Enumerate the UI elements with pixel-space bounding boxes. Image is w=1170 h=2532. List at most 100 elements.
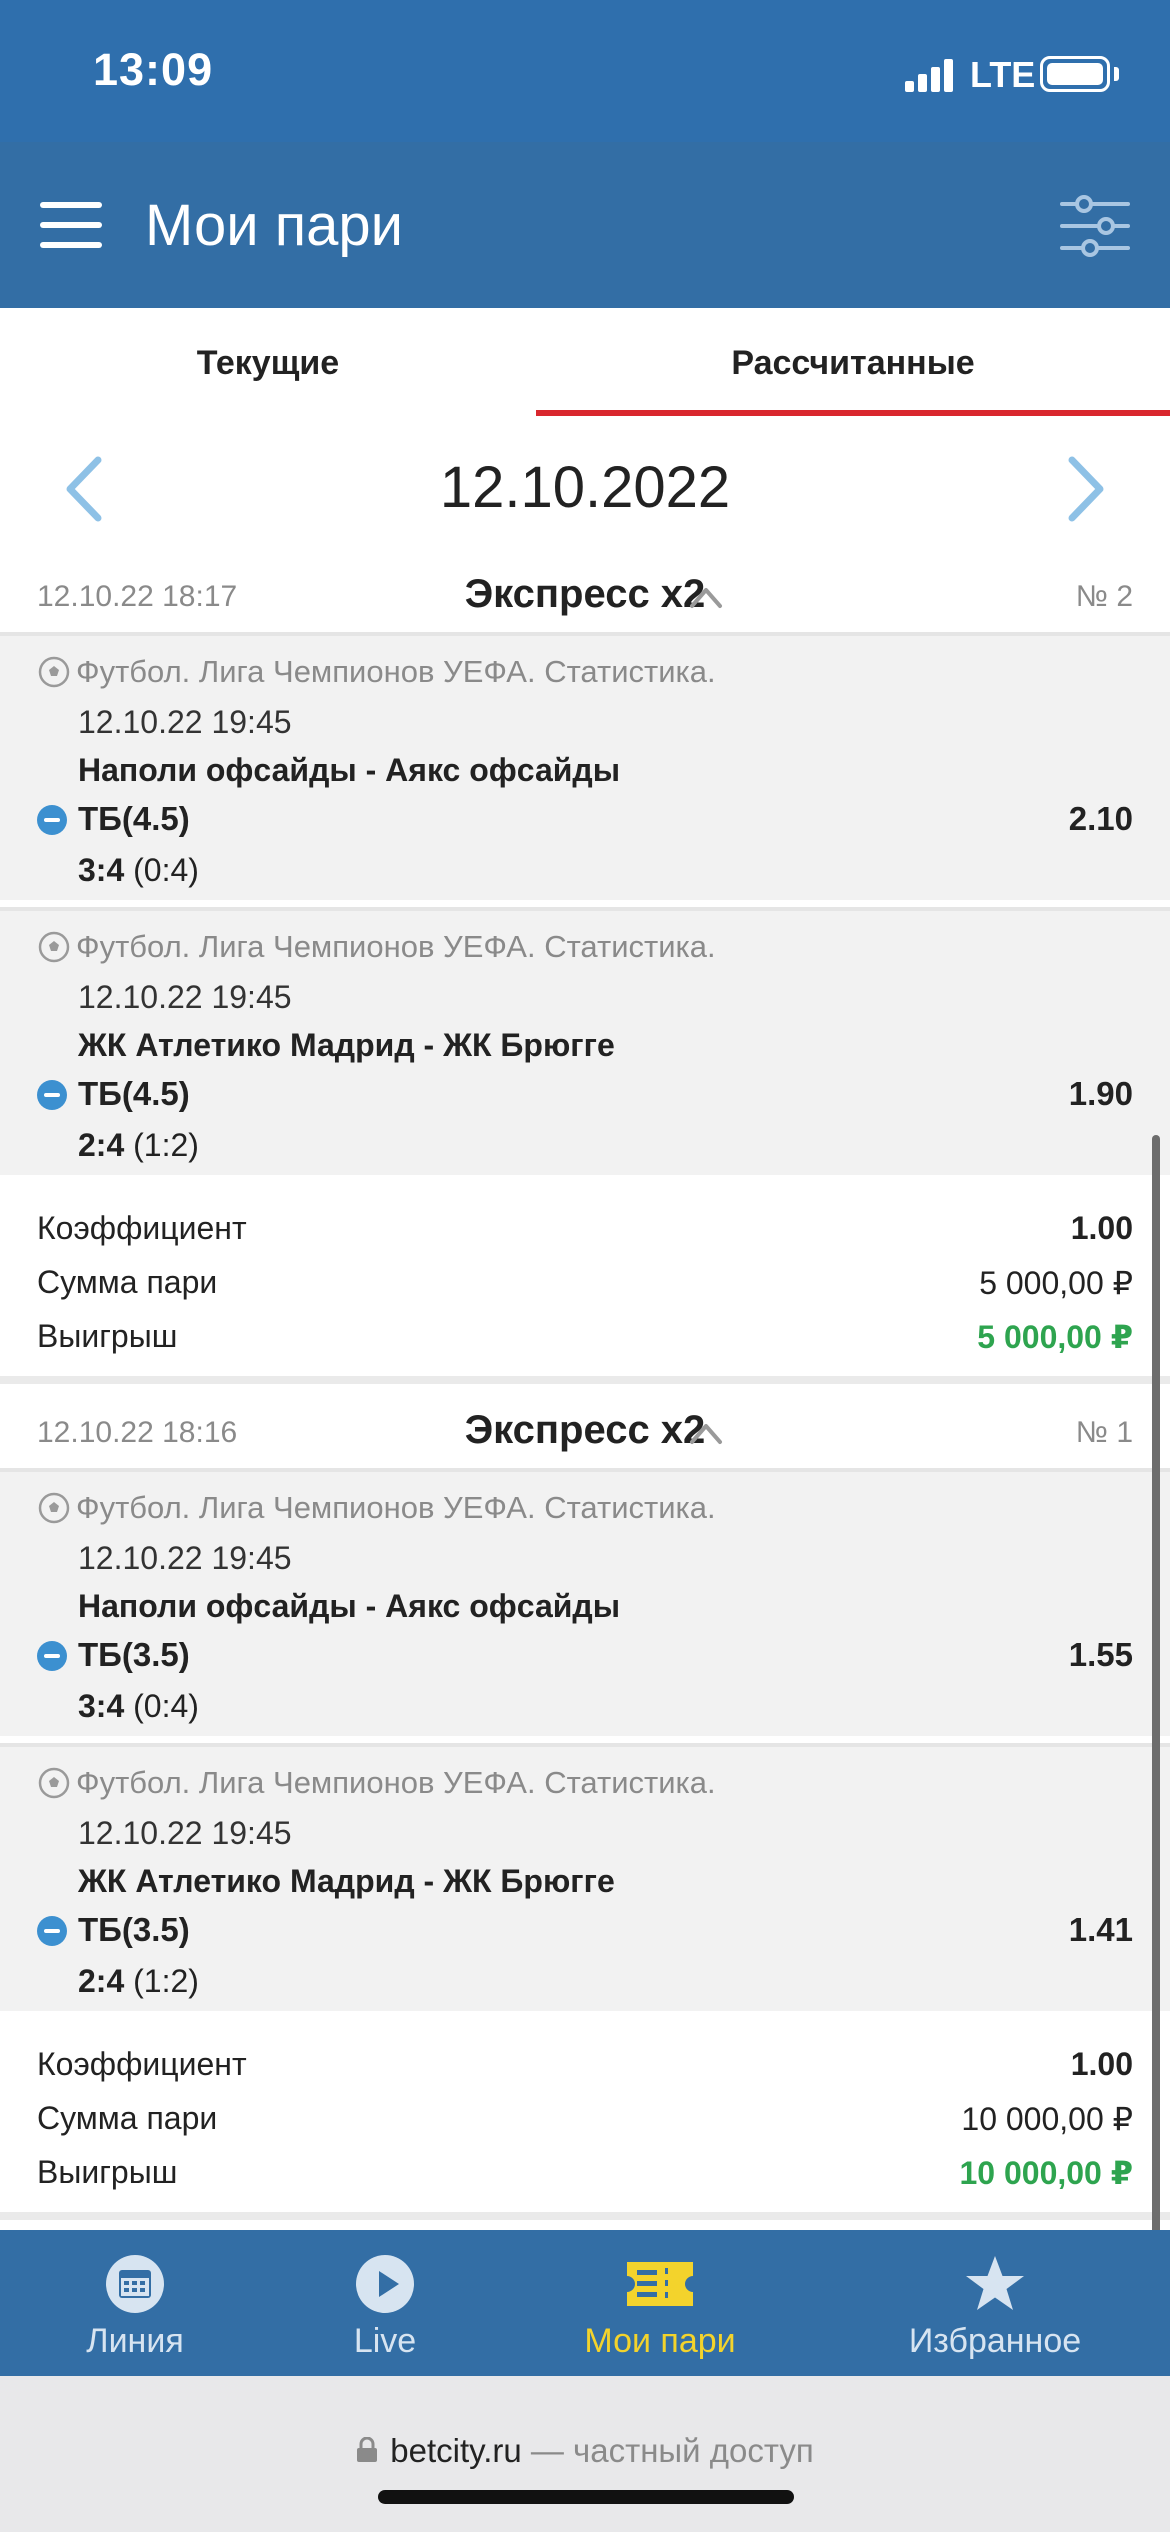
date-navigation: 12.10.2022: [0, 418, 1170, 558]
nav-label: Мои пари: [584, 2322, 736, 2360]
event-teams: Наполи офсайды - Аякс офсайды: [78, 752, 621, 788]
win-label: Выигрыш: [37, 2154, 178, 2190]
home-indicator: [378, 2490, 794, 2504]
lock-icon: [357, 2437, 378, 2463]
browser-note: — частный доступ: [530, 2432, 814, 2469]
nav-line[interactable]: Линия: [40, 2230, 230, 2376]
tabs: Текущие Рассчитанные: [0, 308, 1170, 418]
stake-row: Сумма пари 10 000,00 ₽: [37, 2100, 1133, 2150]
coef-row: Коэффициент 1.00: [37, 1210, 1133, 1260]
event-market: ТБ(3.5): [78, 1636, 190, 1673]
bet-number: № 2: [1075, 580, 1133, 613]
bet-type: Экспресс x2: [464, 572, 706, 616]
event-score: 2:4 (1:2): [78, 1127, 199, 1164]
bet-event: Футбол. Лига Чемпионов УЕФА. Статистика.…: [0, 907, 1170, 1175]
soccer-ball-icon: [38, 931, 70, 963]
event-score: 3:4 (0:4): [78, 852, 199, 889]
bet-summary: Коэффициент 1.00 Сумма пари 5 000,00 ₽ В…: [0, 1180, 1170, 1384]
active-tab-indicator: [536, 410, 1170, 416]
event-league: Футбол. Лига Чемпионов УЕФА. Статистика.: [76, 929, 716, 964]
win-row: Выигрыш 5 000,00 ₽: [37, 1318, 1133, 1368]
half-score: (0:4): [133, 852, 199, 888]
bet-header[interactable]: 12.10.22 18:16 Экспресс x2 № 1: [0, 1394, 1170, 1472]
stake-label: Сумма пари: [37, 1264, 218, 1300]
status-bar: 13:09 LTE: [0, 0, 1170, 142]
bet-event: Футбол. Лига Чемпионов УЕФА. Статистика.…: [0, 632, 1170, 900]
event-date: 12.10.22 19:45: [78, 1815, 292, 1851]
soccer-ball-icon: [38, 656, 70, 688]
bottom-navigation: Линия Live Мои пари Избранное: [0, 2230, 1170, 2376]
final-score: 2:4: [78, 1127, 125, 1163]
win-row: Выигрыш 10 000,00 ₽: [37, 2154, 1133, 2204]
lost-status-icon: [37, 1641, 67, 1671]
final-score: 2:4: [78, 1963, 125, 1999]
browser-domain: betcity.ru: [390, 2432, 522, 2469]
event-odds: 1.90: [1068, 1075, 1133, 1112]
tab-settled[interactable]: Рассчитанные: [536, 308, 1170, 418]
coef-value: 1.00: [1070, 1210, 1133, 1246]
selected-date: 12.10.2022: [439, 455, 731, 520]
event-date: 12.10.22 19:45: [78, 704, 292, 740]
half-score: (1:2): [133, 1127, 199, 1163]
event-score: 3:4 (0:4): [78, 1688, 199, 1725]
filter-settings-icon[interactable]: [1060, 194, 1130, 258]
nav-label: Избранное: [908, 2322, 1082, 2360]
signal-icon: [905, 58, 955, 92]
battery-icon: [1040, 56, 1110, 92]
event-market: ТБ(3.5): [78, 1911, 190, 1948]
chevron-up-icon[interactable]: [688, 582, 724, 612]
bet-event: Футбол. Лига Чемпионов УЕФА. Статистика.…: [0, 1468, 1170, 1736]
bet-summary: Коэффициент 1.00 Сумма пари 10 000,00 ₽ …: [0, 2016, 1170, 2220]
menu-icon[interactable]: [40, 202, 102, 248]
ticket-icon: [627, 2262, 693, 2306]
nav-label: Live: [353, 2322, 417, 2360]
bet-number: № 1: [1075, 1416, 1133, 1449]
lost-status-icon: [37, 1916, 67, 1946]
soccer-ball-icon: [38, 1492, 70, 1524]
event-market: ТБ(4.5): [78, 1075, 190, 1112]
play-icon: [356, 2255, 414, 2313]
nav-live[interactable]: Live: [290, 2230, 480, 2376]
soccer-ball-icon: [38, 1767, 70, 1799]
chevron-up-icon[interactable]: [688, 1418, 724, 1448]
win-value: 5 000,00 ₽: [977, 1319, 1133, 1355]
event-league: Футбол. Лига Чемпионов УЕФА. Статистика.: [76, 654, 716, 689]
coef-row: Коэффициент 1.00: [37, 2046, 1133, 2096]
event-league: Футбол. Лига Чемпионов УЕФА. Статистика.: [76, 1490, 716, 1525]
tab-current[interactable]: Текущие: [0, 308, 536, 418]
nav-my-bets[interactable]: Мои пари: [560, 2230, 760, 2376]
stake-value: 10 000,00 ₽: [961, 2101, 1133, 2137]
event-date: 12.10.22 19:45: [78, 979, 292, 1015]
event-odds: 2.10: [1068, 800, 1133, 837]
browser-url[interactable]: betcity.ru — частный доступ: [0, 2432, 1170, 2470]
lost-status-icon: [37, 1080, 67, 1110]
page-title: Мои пари: [145, 193, 404, 258]
chevron-right-icon[interactable]: [1060, 454, 1110, 524]
scrollbar[interactable]: [1152, 1135, 1160, 2375]
bet-header[interactable]: 12.10.22 18:17 Экспресс x2 № 2: [0, 558, 1170, 636]
calendar-icon: [106, 2255, 164, 2313]
stake-row: Сумма пари 5 000,00 ₽: [37, 1264, 1133, 1314]
app-header: Мои пари: [0, 142, 1170, 308]
final-score: 3:4: [78, 852, 125, 888]
bet-event: Футбол. Лига Чемпионов УЕФА. Статистика.…: [0, 1743, 1170, 2011]
status-time: 13:09: [93, 44, 214, 95]
browser-bar: betcity.ru — частный доступ: [0, 2376, 1170, 2532]
coef-label: Коэффициент: [37, 2046, 247, 2082]
coef-value: 1.00: [1070, 2046, 1133, 2082]
event-odds: 1.41: [1068, 1911, 1133, 1948]
nav-label: Линия: [86, 2322, 184, 2360]
stake-value: 5 000,00 ₽: [979, 1265, 1133, 1301]
battery-tip: [1114, 67, 1119, 81]
win-label: Выигрыш: [37, 1318, 178, 1354]
nav-favorites[interactable]: Избранное: [880, 2230, 1110, 2376]
stake-label: Сумма пари: [37, 2100, 218, 2136]
event-date: 12.10.22 19:45: [78, 1540, 292, 1576]
network-label: LTE: [970, 54, 1036, 95]
half-score: (1:2): [133, 1963, 199, 1999]
win-value: 10 000,00 ₽: [959, 2155, 1133, 2191]
lost-status-icon: [37, 805, 67, 835]
event-teams: ЖК Атлетико Мадрид - ЖК Брюгге: [78, 1863, 615, 1899]
event-market: ТБ(4.5): [78, 800, 190, 837]
final-score: 3:4: [78, 1688, 125, 1724]
